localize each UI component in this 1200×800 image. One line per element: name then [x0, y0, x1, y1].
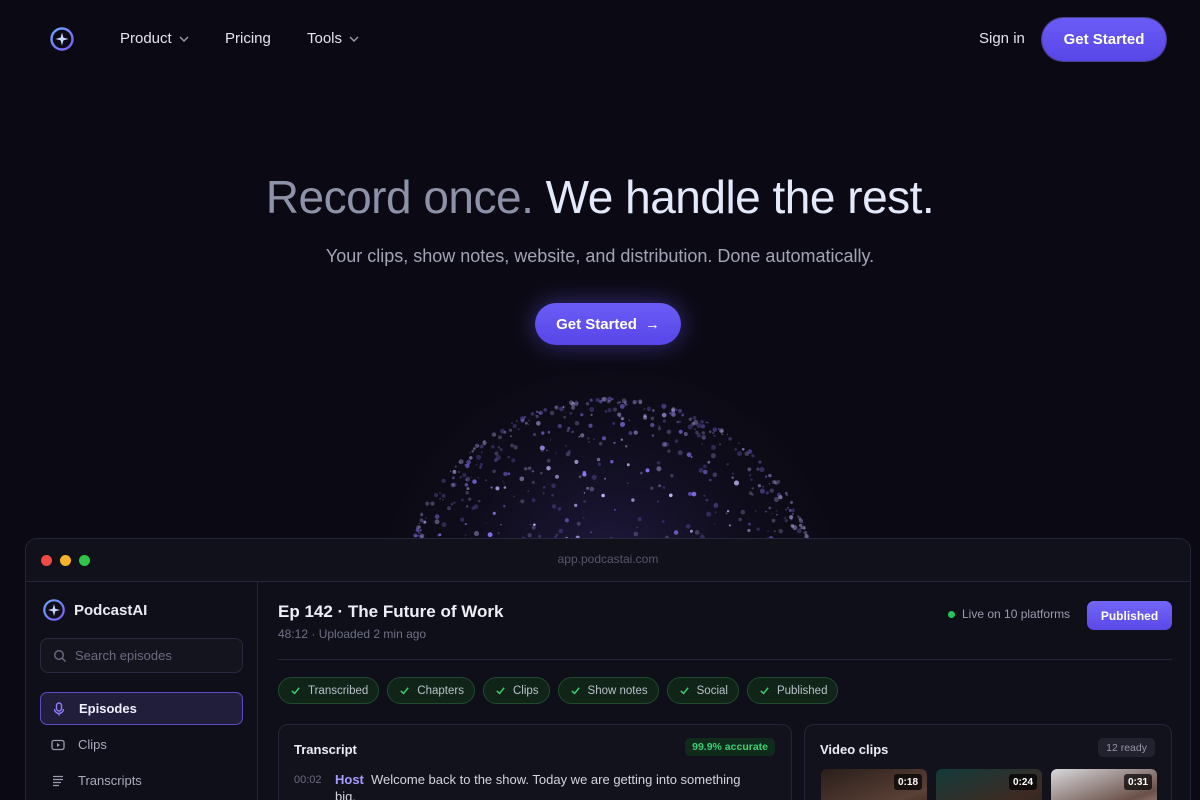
sidebar-item-label: Episodes — [79, 701, 137, 716]
published-button[interactable]: Published — [1087, 601, 1172, 630]
transcript-line[interactable]: 00:02 Host Welcome back to the show. Tod… — [294, 771, 764, 800]
video-clip-thumbnail[interactable]: 0:31 — [1051, 769, 1157, 800]
video-clips-card: Video clips 12 ready 0:18 0:24 0:31 — [804, 724, 1172, 800]
clip-duration: 0:31 — [1123, 774, 1152, 790]
hero-subtitle: Your clips, show notes, website, and dis… — [325, 246, 875, 266]
app-window: app.podcastai.com PodcastAI Search episo… — [25, 538, 1191, 800]
clips-ready-badge: 12 ready — [1098, 738, 1155, 757]
app-brand-name: PodcastAI — [74, 601, 148, 619]
sidebar-item-clips[interactable]: Clips — [40, 728, 243, 761]
status-chip: Published — [746, 677, 839, 704]
hero-title-dim: Record once. — [265, 171, 534, 223]
hero-title: Record once. We handle the rest. — [0, 170, 1200, 224]
sign-in-link[interactable]: Sign in — [979, 30, 1025, 47]
video-clip-thumbnail[interactable]: 0:18 — [821, 769, 927, 800]
nav-product[interactable]: Product — [120, 30, 190, 47]
hero-get-started-button[interactable]: Get Started → — [535, 303, 681, 345]
transcript-card: Transcript 99.9% accurate 00:02 Host Wel… — [278, 724, 792, 800]
lines-icon — [53, 775, 63, 786]
window-titlebar: app.podcastai.com — [26, 539, 1190, 582]
status-chip-label: Chapters — [417, 684, 464, 697]
video-clip-thumbnail[interactable]: 0:24 — [936, 769, 1042, 800]
live-dot-icon — [948, 610, 955, 618]
episode-meta: 48:12 · Uploaded 2 min ago — [278, 627, 427, 641]
clip-duration: 0:18 — [893, 774, 922, 790]
accuracy-badge: 99.9% accurate — [685, 738, 775, 756]
sidebar-item-episodes[interactable]: Episodes — [40, 692, 243, 725]
search-icon — [53, 649, 66, 662]
sidebar-item-label: Transcripts — [78, 773, 142, 788]
status-chip-label: Transcribed — [308, 684, 369, 697]
status-chip: Show notes — [557, 677, 659, 704]
check-icon — [570, 687, 580, 695]
nav-product-label: Product — [120, 30, 172, 47]
sidebar-item-label: Clips — [78, 737, 107, 752]
play-icon — [51, 739, 65, 750]
status-chip: Clips — [482, 677, 550, 704]
status-chip: Chapters — [387, 677, 475, 704]
address-bar: app.podcastai.com — [557, 552, 659, 566]
check-icon — [679, 687, 689, 695]
nav-get-started-button[interactable]: Get Started — [1042, 18, 1166, 61]
search-placeholder: Search episodes — [75, 648, 172, 663]
status-chip-label: Published — [776, 684, 828, 697]
arrow-right-icon: → — [644, 315, 660, 333]
nav-pricing[interactable]: Pricing — [225, 30, 271, 47]
episode-detail: Ep 142 · The Future of Work 48:12 · Uplo… — [278, 582, 1172, 800]
status-chip: Social — [666, 677, 739, 704]
clip-duration: 0:24 — [1008, 774, 1037, 790]
logo-icon[interactable] — [49, 26, 75, 52]
status-chip-label: Social — [696, 684, 728, 697]
episode-title: Ep 142 · The Future of Work — [278, 602, 504, 621]
nav-pricing-label: Pricing — [225, 30, 271, 47]
hero-title-bright: We handle the rest. — [545, 171, 935, 223]
check-icon — [291, 687, 300, 695]
live-status: Live on 10 platforms — [948, 607, 1070, 621]
video-clips-title: Video clips — [820, 742, 889, 757]
transcript-timestamp: 00:02 — [294, 774, 322, 786]
check-icon — [760, 687, 769, 695]
hero-cta-label: Get Started — [556, 315, 637, 333]
app-brand: PodcastAI — [42, 598, 147, 622]
divider — [278, 659, 1172, 660]
status-chip-label: Clips — [512, 684, 539, 697]
status-chip-label: Show notes — [587, 684, 648, 697]
nav-tools[interactable]: Tools — [307, 30, 360, 47]
status-chip: Transcribed — [278, 677, 380, 704]
check-icon — [400, 687, 410, 695]
pipeline-status-chips: Transcribed Chapters Clips Show notes Social… — [278, 677, 839, 704]
logo-icon — [43, 599, 65, 621]
chevron-down-icon — [179, 36, 189, 42]
transcript-title: Transcript — [294, 742, 357, 757]
nav-tools-label: Tools — [307, 30, 343, 47]
top-nav: Product Pricing Tools Sign in Get Starte… — [0, 0, 1200, 78]
chevron-down-icon — [349, 36, 359, 42]
mic-icon — [53, 701, 65, 715]
check-icon — [496, 687, 505, 695]
app-sidebar: PodcastAI Search episodes Episodes Clips… — [26, 582, 258, 800]
live-status-label: Live on 10 platforms — [962, 607, 1071, 621]
transcript-text: Welcome back to the show. Today we are g… — [335, 772, 741, 800]
transcript-speaker: Host — [335, 772, 364, 787]
search-input[interactable]: Search episodes — [40, 638, 243, 673]
sidebar-item-transcripts[interactable]: Transcripts — [40, 764, 243, 797]
